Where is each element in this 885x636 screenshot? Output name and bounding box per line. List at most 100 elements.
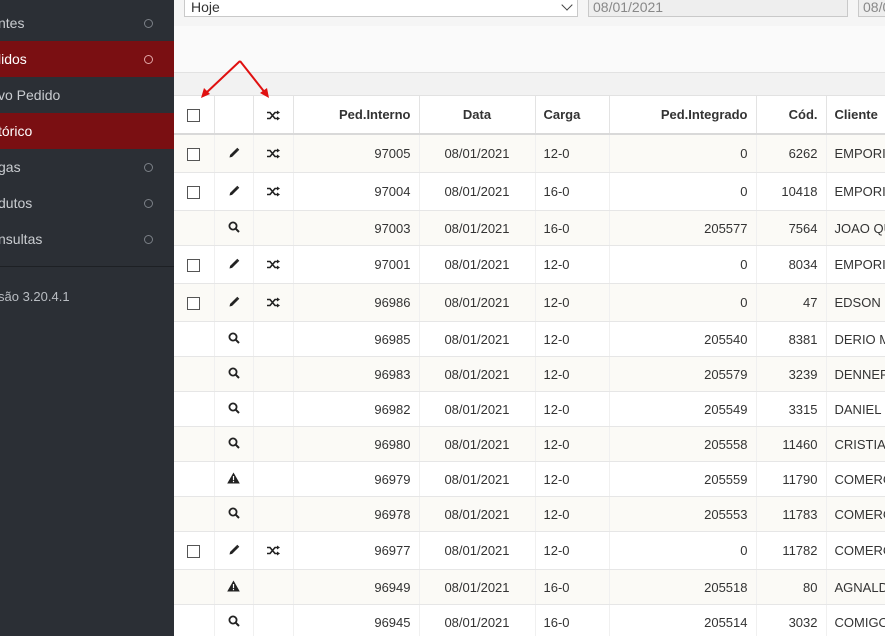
select-all-checkbox[interactable] (187, 109, 201, 123)
select-cell (174, 172, 215, 211)
data-cell: 08/01/2021 (419, 461, 536, 497)
table-row[interactable]: 9698008/01/202112-020555811460CRISTIAN (174, 426, 885, 462)
pencil-icon[interactable] (228, 296, 240, 311)
ped-interno-cell: 96982 (293, 391, 420, 427)
table-row[interactable]: 97001 08/01/2021 12-0 0 8034 EMPORI (174, 245, 885, 284)
pencil-icon[interactable] (228, 147, 240, 162)
pencil-icon[interactable] (228, 185, 240, 200)
ped-integrado-cell: 205549 (609, 391, 757, 427)
search-icon[interactable] (228, 507, 240, 522)
shuffle-icon[interactable] (266, 544, 280, 559)
ped-integrado-cell: 205577 (609, 210, 757, 246)
sidebar-item[interactable]: dutos (0, 185, 174, 221)
transfer-cell (253, 461, 294, 497)
cliente-cell: JOAO QU (826, 210, 885, 246)
cod-cell: 6262 (756, 134, 827, 173)
carga-cell: 16-0 (535, 172, 610, 211)
sidebar-item-label: lidos (0, 51, 27, 67)
table-row[interactable]: 96986 08/01/2021 12-0 0 47 EDSON I (174, 283, 885, 322)
sidebar-item[interactable]: nsultas (0, 221, 174, 257)
cliente-cell: COMIGO (826, 604, 885, 636)
ped-interno-cell: 96983 (293, 356, 420, 392)
sidebar-item[interactable]: ntes (0, 5, 174, 41)
table-row[interactable]: 96982 08/01/2021 12-0 205549 3315 DANIEL (174, 391, 885, 427)
date-to-field[interactable]: 08/0 (858, 0, 885, 17)
search-icon[interactable] (228, 402, 240, 417)
sidebar-item[interactable]: lidos (0, 41, 174, 77)
ped-interno-cell: 96985 (293, 321, 420, 357)
search-icon[interactable] (228, 437, 240, 452)
shuffle-icon[interactable] (266, 110, 280, 121)
select-cell (174, 426, 215, 462)
pencil-icon[interactable] (228, 258, 240, 273)
table-caption-band (174, 73, 885, 96)
search-icon[interactable] (228, 332, 240, 347)
select-cell (174, 496, 215, 532)
cliente-cell: CRISTIAN (826, 426, 885, 462)
ped-interno-cell: 96949 (293, 569, 420, 605)
row-checkbox[interactable] (187, 297, 201, 311)
ped-integrado-cell: 205558 (609, 426, 757, 462)
col-cod[interactable]: Cód. (756, 96, 827, 135)
ped-interno-cell: 96986 (293, 283, 420, 322)
pencil-icon[interactable] (228, 544, 240, 559)
cod-cell: 11460 (756, 426, 827, 462)
table-row[interactable]: 9700308/01/202116-02055777564JOAO QU (174, 210, 885, 246)
action-cell (214, 391, 254, 427)
row-checkbox[interactable] (187, 259, 201, 273)
shuffle-icon[interactable] (266, 147, 280, 162)
col-carga[interactable]: Carga (535, 96, 610, 135)
col-ped-interno[interactable]: Ped.Interno (293, 96, 420, 135)
sidebar-item-label: ntes (0, 15, 25, 31)
sidebar-item[interactable]: tórico (0, 113, 174, 149)
search-icon[interactable] (228, 367, 240, 382)
period-select[interactable]: Hoje (184, 0, 578, 17)
table-row[interactable]: 97004 08/01/2021 16-0 0 10418 EMPORI (174, 172, 885, 211)
table-row[interactable]: 9697908/01/202112-020555911790COMERC (174, 461, 885, 497)
date-from-field[interactable]: 08/01/2021 (588, 0, 848, 17)
col-ped-integrado[interactable]: Ped.Integrado (609, 96, 757, 135)
select-cell (174, 531, 215, 570)
ped-integrado-cell: 0 (609, 172, 757, 211)
carga-cell: 12-0 (535, 426, 610, 462)
sidebar-item[interactable]: gas (0, 149, 174, 185)
table-row[interactable]: 96945 08/01/2021 16-0 205514 3032 COMIGO (174, 604, 885, 636)
select-cell (174, 461, 215, 497)
data-cell: 08/01/2021 (419, 134, 536, 173)
row-checkbox[interactable] (187, 148, 201, 162)
data-cell: 08/01/2021 (419, 531, 536, 570)
search-icon[interactable] (228, 615, 240, 630)
table-row[interactable]: 97005 08/01/2021 12-0 0 6262 EMPORI (174, 134, 885, 173)
table-row[interactable]: 96985 08/01/2021 12-0 205540 8381 DERIO M (174, 321, 885, 357)
cliente-cell: COMERC (826, 461, 885, 497)
shuffle-icon[interactable] (266, 296, 280, 311)
carga-cell: 16-0 (535, 210, 610, 246)
sidebar-item[interactable]: vo Pedido (0, 77, 174, 113)
table-row[interactable]: 9697708/01/202112-0011782COMERC (174, 531, 885, 570)
shuffle-icon[interactable] (266, 185, 280, 200)
carga-cell: 12-0 (535, 245, 610, 284)
ped-interno-cell: 96977 (293, 531, 420, 570)
col-data[interactable]: Data (419, 96, 536, 135)
search-icon[interactable] (228, 221, 240, 236)
chevron-down-icon (561, 0, 573, 11)
table-row[interactable]: 96949 08/01/2021 16-0 205518 80 AGNALD (174, 569, 885, 605)
warning-icon[interactable] (227, 472, 240, 487)
data-cell: 08/01/2021 (419, 321, 536, 357)
table-row[interactable]: 96983 08/01/2021 12-0 205579 3239 DENNER (174, 356, 885, 392)
action-cell (214, 283, 254, 322)
ped-interno-cell: 96945 (293, 604, 420, 636)
table-row[interactable]: 9697808/01/202112-020555311783COMERC (174, 496, 885, 532)
ped-interno-cell: 96980 (293, 426, 420, 462)
select-cell (174, 283, 215, 322)
cod-cell: 10418 (756, 172, 827, 211)
data-cell: 08/01/2021 (419, 356, 536, 392)
col-cliente[interactable]: Cliente (826, 96, 885, 135)
carga-cell: 12-0 (535, 461, 610, 497)
shuffle-icon[interactable] (266, 258, 280, 273)
row-checkbox[interactable] (187, 545, 201, 559)
row-checkbox[interactable] (187, 186, 201, 200)
cod-cell: 11790 (756, 461, 827, 497)
data-cell: 08/01/2021 (419, 391, 536, 427)
warning-icon[interactable] (227, 580, 240, 595)
